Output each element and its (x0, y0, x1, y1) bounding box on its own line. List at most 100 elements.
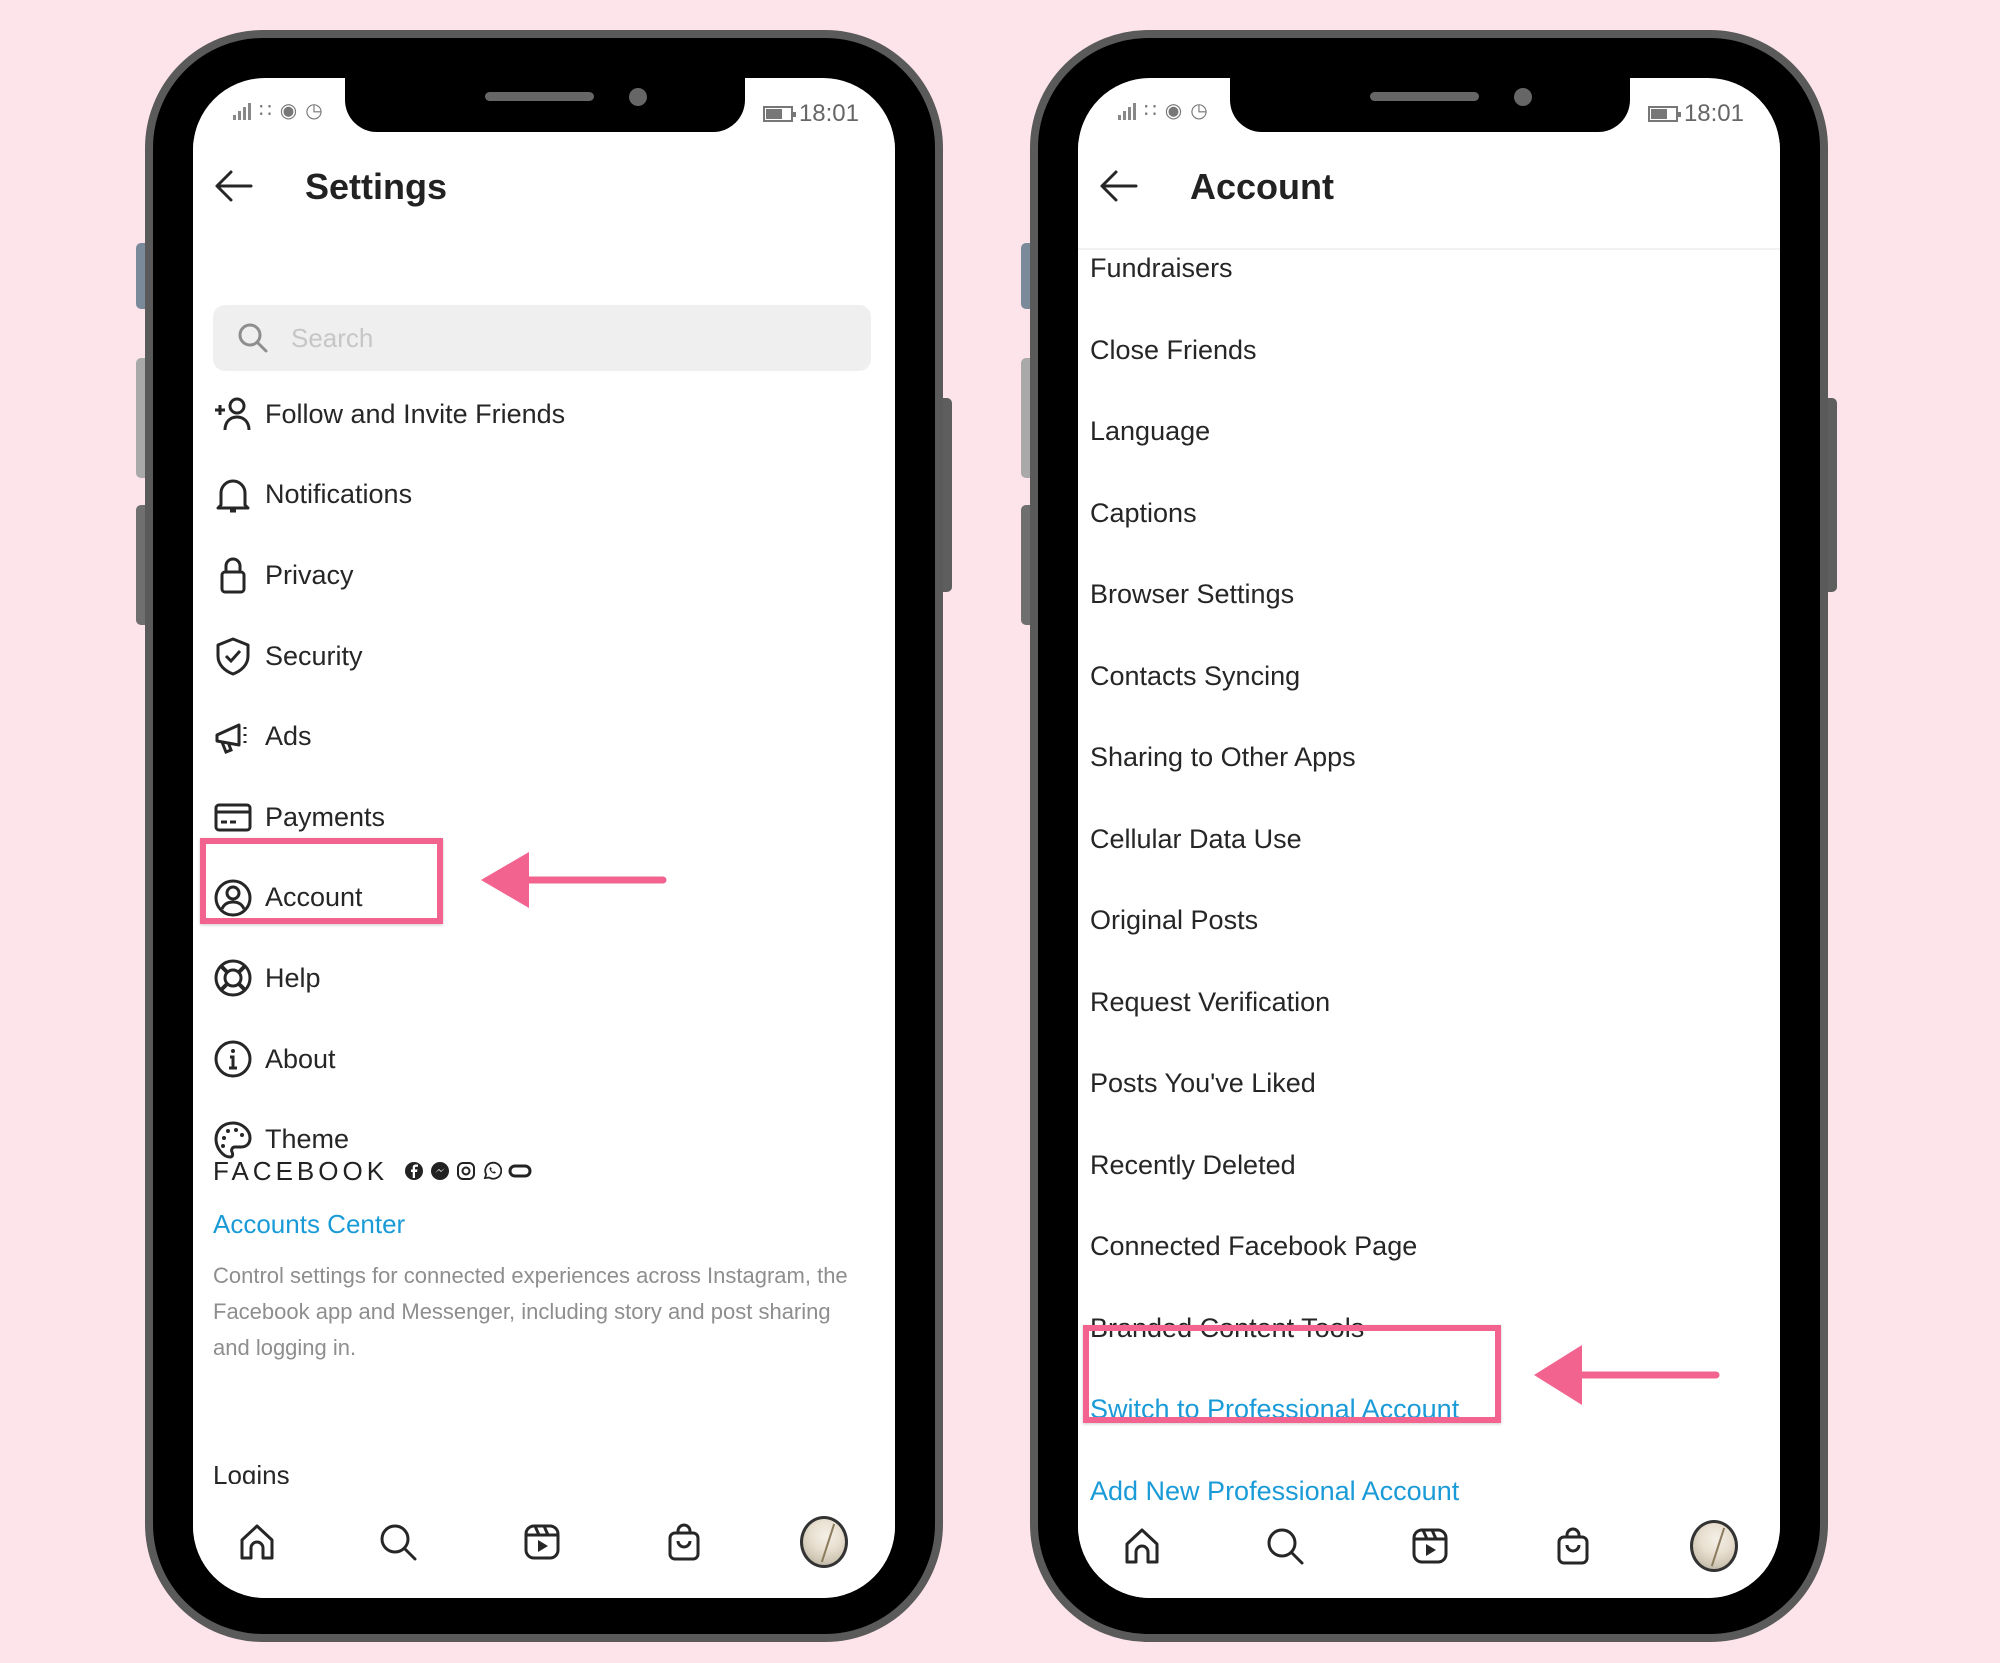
accounts-center-link[interactable]: Accounts Center (213, 1209, 875, 1240)
eye-icon: ◉ (1164, 100, 1183, 122)
menu-item-label: Privacy (265, 559, 354, 590)
notch (1230, 78, 1630, 132)
reels-icon (1412, 1528, 1448, 1564)
list-item-captions[interactable]: Captions (1090, 473, 1760, 555)
facebook-heading: FACEBOOK (213, 1155, 389, 1186)
menu-item-help[interactable]: Help (213, 938, 875, 1019)
search-icon (238, 323, 268, 353)
list-item-connected-facebook-page[interactable]: Connected Facebook Page (1090, 1206, 1760, 1288)
instagram-icon (457, 1162, 476, 1180)
alarm-icon: ◷ (1190, 100, 1208, 122)
page-title: Account (1190, 166, 1334, 207)
menu-item-label: Ads (265, 721, 312, 752)
menu-item-about[interactable]: About (213, 1019, 875, 1100)
search-icon (380, 1524, 417, 1561)
megaphone-icon (215, 723, 247, 754)
menu-item-label: About (265, 1043, 336, 1074)
menu-item-notifications[interactable]: Notifications (213, 455, 875, 536)
speaker (485, 92, 594, 101)
nav-shop[interactable] (1549, 1522, 1597, 1570)
front-camera (1514, 88, 1532, 106)
battery-icon (1647, 106, 1681, 122)
menu-item-label: Follow and Invite Friends (265, 398, 566, 429)
info-icon (214, 1040, 252, 1078)
phone-account: ∷ ◉ ◷ 18:01 Account Fundraisers Close Fr… (1021, 30, 1837, 1642)
lock-icon (220, 558, 246, 594)
whatsapp-icon (483, 1161, 503, 1180)
list-item-request-verification[interactable]: Request Verification (1090, 962, 1760, 1044)
pointer-arrow-icon (481, 852, 667, 908)
bottom-nav (193, 1502, 895, 1598)
nav-home[interactable] (233, 1518, 281, 1566)
account-highlight-box (200, 838, 443, 924)
menu-item-label: Security (265, 640, 363, 671)
search-bar[interactable] (213, 305, 871, 371)
list-item-recently-deleted[interactable]: Recently Deleted (1090, 1125, 1760, 1207)
signal-icon (233, 102, 251, 120)
switch-professional-highlight-box (1083, 1325, 1501, 1423)
nav-reels[interactable] (1406, 1522, 1454, 1570)
menu-item-security[interactable]: Security (213, 616, 875, 697)
nav-profile[interactable] (800, 1516, 848, 1568)
add-person-icon (215, 397, 251, 431)
menu-item-ads[interactable]: Ads (213, 696, 875, 777)
nav-search[interactable] (374, 1518, 422, 1566)
status-time: 18:01 (798, 100, 859, 127)
list-item-sharing-other-apps[interactable]: Sharing to Other Apps (1090, 717, 1760, 799)
list-item-close-friends[interactable]: Close Friends (1090, 310, 1760, 392)
lifebuoy-icon (214, 959, 252, 997)
alarm-icon: ◷ (305, 100, 323, 122)
logins-heading: Logins (213, 1460, 290, 1484)
nav-search[interactable] (1261, 1522, 1309, 1570)
list-item-original-posts[interactable]: Original Posts (1090, 880, 1760, 962)
oculus-icon (508, 1164, 532, 1178)
list-item-posts-liked[interactable]: Posts You've Liked (1090, 1043, 1760, 1125)
shield-check-icon (216, 637, 250, 676)
menu-item-label: Payments (265, 801, 386, 832)
wifi-icon: ∷ (1144, 100, 1157, 122)
settings-header: Settings (193, 138, 895, 238)
reels-icon (524, 1524, 560, 1560)
notch (345, 78, 745, 132)
nav-profile[interactable] (1690, 1520, 1738, 1572)
pointer-arrow-icon (1534, 1345, 1720, 1405)
menu-item-label: Notifications (265, 479, 413, 510)
list-item-browser-settings[interactable]: Browser Settings (1090, 554, 1760, 636)
menu-item-label: Help (265, 962, 321, 993)
shop-icon (668, 1523, 700, 1561)
page-title: Settings (305, 166, 448, 207)
menu-item-privacy[interactable]: Privacy (213, 535, 875, 616)
account-header: Account (1078, 138, 1780, 250)
facebook-icon (405, 1162, 424, 1180)
menu-item-follow-invite[interactable]: Follow and Invite Friends (213, 374, 875, 455)
arrow-left-icon[interactable] (213, 168, 253, 204)
eye-icon: ◉ (279, 100, 298, 122)
home-icon (240, 1524, 274, 1560)
signal-icon (1118, 102, 1136, 120)
list-item-cellular-data[interactable]: Cellular Data Use (1090, 799, 1760, 881)
list-item-language[interactable]: Language (1090, 391, 1760, 473)
profile-avatar (800, 1516, 848, 1568)
list-item-contacts-syncing[interactable]: Contacts Syncing (1090, 636, 1760, 718)
accounts-center-description: Control settings for connected experienc… (213, 1263, 848, 1360)
nav-shop[interactable] (660, 1518, 708, 1566)
search-icon (1267, 1528, 1304, 1565)
arrow-left-icon[interactable] (1098, 168, 1138, 204)
speaker (1370, 92, 1479, 101)
credit-card-icon (214, 803, 252, 832)
nav-home[interactable] (1118, 1522, 1166, 1570)
settings-menu: Follow and Invite Friends Notifications … (213, 374, 875, 1180)
phone-settings: ∷ ◉ ◷ 18:01 Settings Follow and Invite F… (136, 30, 952, 1642)
search-input[interactable] (291, 322, 752, 354)
nav-reels[interactable] (518, 1518, 566, 1566)
wifi-icon: ∷ (259, 100, 272, 122)
bottom-nav (1078, 1514, 1780, 1598)
bell-icon (216, 479, 250, 513)
front-camera (629, 88, 647, 106)
status-time: 18:01 (1683, 100, 1744, 127)
messenger-icon (431, 1162, 450, 1180)
home-icon (1125, 1528, 1159, 1564)
battery-icon (762, 106, 796, 122)
profile-avatar (1690, 1520, 1738, 1572)
facebook-section: FACEBOOK Accounts Center Control setting… (213, 1151, 875, 1366)
